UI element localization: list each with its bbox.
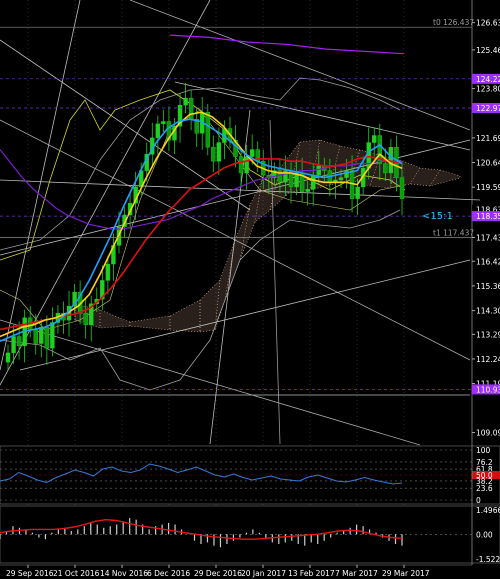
axis-tick-label: 120.644	[476, 159, 500, 168]
candle-body	[39, 326, 44, 344]
candle-body	[355, 186, 360, 199]
time-tick-label: 13 Feb 2017	[288, 569, 335, 578]
time-tick-label: 6 Dec 2016	[147, 569, 190, 578]
time-tick-label: 29 Dec 2016	[194, 569, 242, 578]
axis-tick-label: 115.367	[476, 282, 500, 291]
axis-tick-label: 119.590	[476, 183, 500, 192]
stoch-level-label: 100	[476, 446, 491, 455]
candle-body	[83, 312, 88, 326]
price-tag-label: 122.979	[476, 104, 500, 113]
time-tick-label: 29 Sep 2016	[6, 569, 54, 578]
candle-body	[383, 163, 388, 174]
candle-body	[399, 177, 405, 199]
axis-tick-label: 121.699	[476, 134, 500, 143]
candle-body	[238, 156, 244, 174]
axis-tick-label: 113.290	[476, 330, 500, 339]
candle-body	[344, 170, 349, 178]
candle-body	[249, 149, 255, 157]
osc-axis-label: 1.4966	[476, 506, 500, 515]
price-tag-label: 124.227	[476, 75, 500, 84]
candle-body	[33, 329, 38, 344]
countdown-label: <15:1	[422, 211, 453, 222]
candle-body	[216, 142, 222, 162]
time-tick-label: 20 Jan 2017	[241, 569, 286, 578]
axis-tick-label: 123.809	[476, 85, 500, 94]
axis-tick-label: 112.240	[476, 355, 500, 364]
candle-body	[16, 336, 22, 347]
level-label: t1 117.437	[433, 228, 474, 237]
time-tick-label: 29 Mar 2017	[382, 569, 430, 578]
candle-body	[11, 336, 16, 354]
candle-body	[311, 175, 316, 190]
candle-body	[44, 326, 50, 349]
candle-body	[211, 147, 216, 162]
price-chart: t0 126.437t1 117.437 10076.261.850.038.2…	[0, 0, 500, 579]
oscillator-pane: 1.4966 0.00 -1.5221	[0, 505, 500, 564]
candle-body	[105, 263, 111, 281]
osc-axis-label: -1.5221	[476, 555, 500, 564]
price-tag-label: 118.351	[476, 212, 500, 221]
axis-tick-label: 126.631	[476, 19, 500, 28]
price-tag-label: 110.936	[476, 385, 500, 394]
candle-body	[205, 111, 210, 148]
candle-body	[305, 189, 310, 192]
stoch-level-label: 23.6	[476, 484, 493, 493]
time-tick-label: 14 Nov 2016	[100, 569, 148, 578]
candle-body	[155, 123, 161, 139]
stochastic-pane: 10076.261.850.038.223.60	[0, 445, 500, 505]
candle-body	[188, 97, 194, 120]
axis-tick-label: 109.090	[476, 429, 500, 438]
time-tick-label: 7 Mar 2017	[335, 569, 378, 578]
stoch-level-label: 0	[476, 496, 481, 505]
level-label: t0 126.437	[433, 18, 474, 27]
candle-body	[5, 352, 11, 363]
axis-tick-label: 117.437	[476, 233, 500, 242]
candle-body	[388, 147, 394, 174]
candle-body	[338, 177, 344, 181]
candle-body	[161, 121, 166, 125]
axis-tick-label: 125.464	[476, 46, 500, 55]
time-tick-label: 21 Oct 2016	[53, 569, 100, 578]
axis-tick-label: 116.420	[476, 257, 500, 266]
axis-tick-label: 114.308	[476, 307, 500, 316]
candle-body	[244, 156, 249, 174]
candle-body	[372, 135, 377, 143]
osc-axis-label: 0.00	[476, 530, 493, 539]
candle-body	[183, 97, 188, 106]
candle-body	[50, 322, 55, 349]
candle-body	[316, 165, 321, 176]
